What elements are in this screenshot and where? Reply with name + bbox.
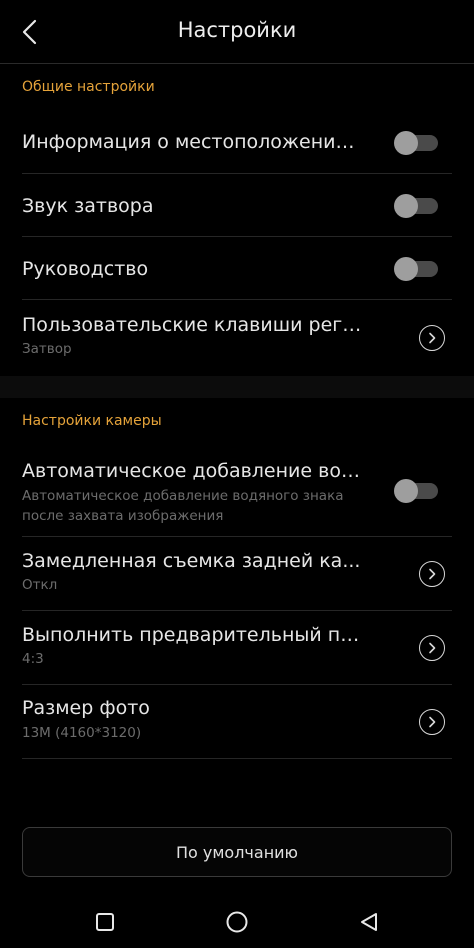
reset-defaults-button[interactable]: По умолчанию [22,827,452,877]
setting-preview-ratio[interactable]: Выполнить предварительный пр... 4:3 [0,611,474,685]
toggle-knob [394,194,418,218]
chevron-right-icon[interactable] [419,635,445,661]
chevron-right-icon[interactable] [419,709,445,735]
setting-description: Автоматическое добавление водяного знака… [22,488,344,524]
chevron-right-icon[interactable] [419,561,445,587]
setting-photo-size[interactable]: Размер фото 13M (4160*3120) [0,685,474,759]
divider [22,758,452,759]
setting-title: Выполнить предварительный пр... [22,624,362,646]
setting-value: Затвор [22,341,72,357]
setting-value: Откл [22,577,58,593]
system-navigation-bar [0,896,474,948]
triangle-back-icon[interactable] [355,908,383,936]
guide-toggle[interactable] [394,257,438,281]
page-title: Настройки [177,18,297,42]
setting-title: Информация о местоположении .. [22,131,362,153]
setting-value: 13M (4160*3120) [22,725,142,741]
header-bar: Настройки [0,0,474,64]
setting-slow-motion[interactable]: Замедленная съемка задней ка... Откл [0,537,474,611]
section-gap [0,376,474,398]
shutter-sound-toggle[interactable] [394,194,438,218]
section-label-general: Общие настройки [22,79,155,95]
setting-title: Руководство [22,258,149,280]
toggle-knob [394,131,418,155]
circle-icon[interactable] [223,908,251,936]
setting-value: 4:3 [22,651,44,667]
section-label-camera: Настройки камеры [22,413,162,429]
setting-title: Пользовательские клавиши регу... [22,314,362,336]
setting-title: Звук затвора [22,195,154,217]
setting-title: Автоматическое добавление вод.. [22,460,362,482]
setting-shutter-sound[interactable]: Звук затвора [0,174,474,237]
setting-title: Размер фото [22,697,150,719]
chevron-right-icon[interactable] [419,325,445,351]
square-icon[interactable] [91,908,119,936]
setting-guide[interactable]: Руководство [0,237,474,300]
location-toggle[interactable] [394,131,438,155]
setting-auto-watermark[interactable]: Автоматическое добавление вод.. Автомати… [0,446,474,537]
setting-location-info[interactable]: Информация о местоположении .. [0,110,474,174]
watermark-toggle[interactable] [394,479,438,503]
setting-title: Замедленная съемка задней ка... [22,550,361,572]
toggle-knob [394,257,418,281]
toggle-knob [394,479,418,503]
setting-custom-keys[interactable]: Пользовательские клавиши регу... Затвор [0,300,474,376]
